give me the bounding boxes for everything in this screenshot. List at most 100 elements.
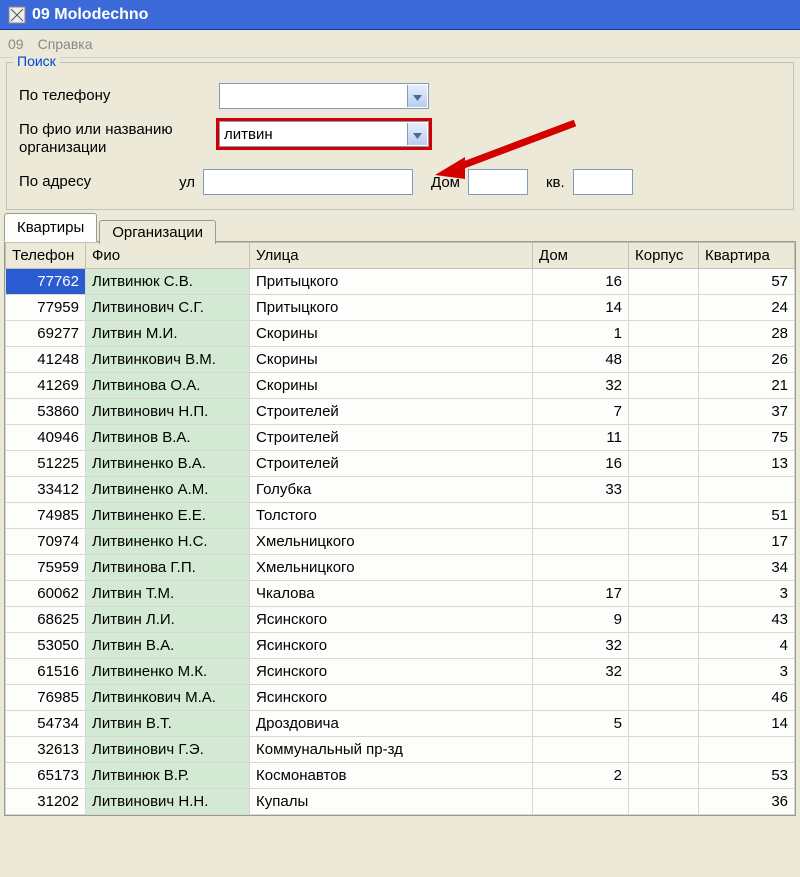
cell-street: Ясинского <box>250 607 533 633</box>
cell-phone: 33412 <box>6 477 86 503</box>
col-header-street[interactable]: Улица <box>250 243 533 269</box>
search-row-phone: По телефону <box>19 83 781 109</box>
cell-korpus <box>629 399 699 425</box>
cell-dom: 32 <box>533 633 629 659</box>
by-phone-label: По телефону <box>19 87 219 105</box>
cell-dom: 48 <box>533 347 629 373</box>
table-row[interactable]: 31202Литвинович Н.Н.Купалы36 <box>6 789 795 815</box>
cell-fio: Литвинкович В.М. <box>86 347 250 373</box>
col-header-phone[interactable]: Телефон <box>6 243 86 269</box>
cell-dom: 17 <box>533 581 629 607</box>
table-row[interactable]: 65173Литвинюк В.Р.Космонавтов253 <box>6 763 795 789</box>
table-row[interactable]: 51225Литвиненко В.А.Строителей1613 <box>6 451 795 477</box>
table-row[interactable]: 74985Литвиненко Е.Е.Толстого51 <box>6 503 795 529</box>
table-row[interactable]: 76985Литвинкович М.А.Ясинского46 <box>6 685 795 711</box>
cell-street: Хмельницкого <box>250 555 533 581</box>
cell-phone: 60062 <box>6 581 86 607</box>
cell-fio: Литвиненко В.А. <box>86 451 250 477</box>
table-row[interactable]: 32613Литвинович Г.Э.Коммунальный пр-зд <box>6 737 795 763</box>
phone-dropdown-button[interactable] <box>407 85 427 107</box>
table-row[interactable]: 61516Литвиненко М.К.Ясинского323 <box>6 659 795 685</box>
cell-street: Голубка <box>250 477 533 503</box>
cell-fio: Литвинович Г.Э. <box>86 737 250 763</box>
cell-flat: 28 <box>699 321 795 347</box>
table-row[interactable]: 40946Литвинов В.А.Строителей1175 <box>6 425 795 451</box>
col-header-korpus[interactable]: Корпус <box>629 243 699 269</box>
window-title: 09 Molodechno <box>32 6 148 24</box>
cell-flat: 36 <box>699 789 795 815</box>
col-header-house[interactable]: Дом <box>533 243 629 269</box>
name-dropdown-button[interactable] <box>407 123 427 145</box>
menubar: 09 Справка <box>0 30 800 58</box>
cell-street: Купалы <box>250 789 533 815</box>
table-row[interactable]: 69277Литвин М.И.Скорины128 <box>6 321 795 347</box>
cell-fio: Литвин В.Т. <box>86 711 250 737</box>
cell-phone: 65173 <box>6 763 86 789</box>
cell-street: Ясинского <box>250 685 533 711</box>
cell-flat: 37 <box>699 399 795 425</box>
table-row[interactable]: 70974Литвиненко Н.С.Хмельницкого17 <box>6 529 795 555</box>
by-name-label: По фио или названию организации <box>19 121 219 157</box>
cell-phone: 70974 <box>6 529 86 555</box>
chevron-down-icon <box>413 88 422 105</box>
results-grid[interactable]: Телефон Фио Улица Дом Корпус Квартира 77… <box>5 242 795 815</box>
cell-flat: 3 <box>699 581 795 607</box>
search-panel: Поиск По телефону По фио или названию ор… <box>6 62 794 210</box>
tab-apartments[interactable]: Квартиры <box>4 213 97 242</box>
table-row[interactable]: 41269Литвинова О.А.Скорины3221 <box>6 373 795 399</box>
col-header-flat[interactable]: Квартира <box>699 243 795 269</box>
cell-fio: Литвин М.И. <box>86 321 250 347</box>
cell-dom <box>533 685 629 711</box>
table-row[interactable]: 33412Литвиненко А.М.Голубка33 <box>6 477 795 503</box>
cell-phone: 51225 <box>6 451 86 477</box>
cell-phone: 31202 <box>6 789 86 815</box>
cell-dom: 11 <box>533 425 629 451</box>
table-row[interactable]: 60062Литвин Т.М.Чкалова173 <box>6 581 795 607</box>
cell-phone: 53050 <box>6 633 86 659</box>
table-row[interactable]: 54734Литвин В.Т.Дроздовича514 <box>6 711 795 737</box>
house-input[interactable] <box>468 169 528 195</box>
cell-dom: 1 <box>533 321 629 347</box>
cell-flat: 34 <box>699 555 795 581</box>
cell-street: Скорины <box>250 373 533 399</box>
street-input[interactable] <box>203 169 413 195</box>
cell-korpus <box>629 321 699 347</box>
col-header-fio[interactable]: Фио <box>86 243 250 269</box>
cell-phone: 74985 <box>6 503 86 529</box>
table-row[interactable]: 41248Литвинкович В.М.Скорины4826 <box>6 347 795 373</box>
name-input[interactable] <box>220 122 428 146</box>
menu-help[interactable]: Справка <box>38 36 93 52</box>
cell-flat <box>699 737 795 763</box>
tabs: Квартиры Организации <box>0 212 800 241</box>
table-row[interactable]: 53860Литвинович Н.П.Строителей737 <box>6 399 795 425</box>
table-row[interactable]: 68625Литвин Л.И.Ясинского943 <box>6 607 795 633</box>
cell-street: Хмельницкого <box>250 529 533 555</box>
flat-label: кв. <box>546 174 565 191</box>
cell-flat: 17 <box>699 529 795 555</box>
phone-input[interactable] <box>220 84 428 108</box>
cell-fio: Литвиненко Е.Е. <box>86 503 250 529</box>
cell-korpus <box>629 737 699 763</box>
cell-flat: 53 <box>699 763 795 789</box>
titlebar: 09 Molodechno <box>0 0 800 30</box>
cell-flat: 46 <box>699 685 795 711</box>
cell-korpus <box>629 425 699 451</box>
table-row[interactable]: 53050Литвин В.А.Ясинского324 <box>6 633 795 659</box>
cell-fio: Литвинович С.Г. <box>86 295 250 321</box>
cell-phone: 41269 <box>6 373 86 399</box>
search-row-address: По адресу ул Дом кв. <box>19 169 781 195</box>
phone-combo[interactable] <box>219 83 429 109</box>
menu-09[interactable]: 09 <box>8 36 24 52</box>
name-combo[interactable] <box>219 121 429 147</box>
cell-phone: 77959 <box>6 295 86 321</box>
cell-dom: 2 <box>533 763 629 789</box>
cell-korpus <box>629 295 699 321</box>
table-row[interactable]: 77959Литвинович С.Г.Притыцкого1424 <box>6 295 795 321</box>
cell-fio: Литвинова Г.П. <box>86 555 250 581</box>
cell-flat <box>699 477 795 503</box>
table-row[interactable]: 77762Литвинюк С.В.Притыцкого1657 <box>6 269 795 295</box>
flat-input[interactable] <box>573 169 633 195</box>
tab-organizations[interactable]: Организации <box>99 220 216 244</box>
table-row[interactable]: 75959Литвинова Г.П.Хмельницкого34 <box>6 555 795 581</box>
cell-street: Космонавтов <box>250 763 533 789</box>
